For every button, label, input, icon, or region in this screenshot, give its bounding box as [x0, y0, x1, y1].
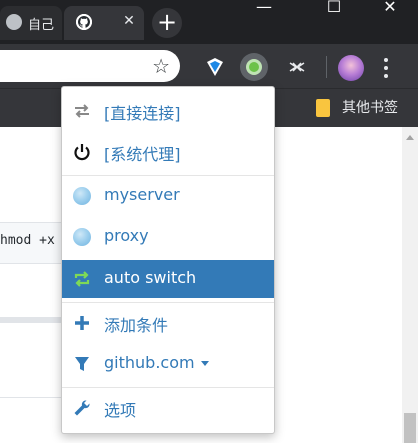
- proxy-switch-icon[interactable]: [240, 53, 268, 81]
- tab-1[interactable]: 自己: [0, 6, 62, 40]
- filter-icon: [72, 354, 92, 374]
- minimize-button[interactable]: —: [242, 0, 286, 18]
- tab-favicon: [6, 14, 22, 30]
- new-tab-button[interactable]: +: [152, 8, 182, 38]
- wrench-icon: [72, 398, 92, 418]
- menu-item-label: [直接连接]: [104, 104, 181, 123]
- plus-icon: [72, 313, 92, 333]
- menu-separator: [62, 387, 274, 388]
- close-tab-icon[interactable]: ✕: [120, 12, 138, 30]
- menu-item-label: 选项: [104, 401, 137, 420]
- menu-separator: [62, 302, 274, 303]
- toolbar-divider: [326, 56, 327, 78]
- menu-item-label: [系统代理]: [104, 145, 181, 164]
- menu-item-options[interactable]: 选项: [62, 389, 274, 427]
- tab-strip: 自己 ✕ + — ☐ ✕: [0, 0, 418, 44]
- address-bar[interactable]: ☆: [0, 50, 180, 82]
- menu-item-myserver[interactable]: myserver: [62, 177, 274, 215]
- power-icon: [72, 142, 92, 162]
- extension-icon[interactable]: [284, 54, 310, 80]
- github-icon: [76, 14, 92, 30]
- maximize-button[interactable]: ☐: [312, 0, 356, 18]
- menu-item-proxy[interactable]: proxy: [62, 218, 274, 256]
- menu-separator: [62, 175, 274, 176]
- swap-arrows-icon: [72, 101, 92, 121]
- scroll-thumb[interactable]: [404, 413, 416, 443]
- divider: [0, 317, 70, 323]
- scrollbar[interactable]: [402, 127, 418, 443]
- folder-icon: [316, 99, 330, 117]
- menu-kebab-icon[interactable]: [376, 54, 396, 82]
- menu-item-add-condition[interactable]: 添加条件: [62, 304, 274, 342]
- globe-icon: [72, 186, 92, 206]
- menu-item-label: github.com: [104, 353, 209, 372]
- menu-item-label: 添加条件: [104, 316, 169, 335]
- menu-item-system[interactable]: [系统代理]: [62, 133, 274, 171]
- scroll-up-icon[interactable]: [406, 135, 414, 140]
- bookmark-star-icon[interactable]: ☆: [152, 54, 170, 78]
- globe-icon: [72, 227, 92, 247]
- profile-avatar[interactable]: [338, 55, 364, 81]
- menu-item-label: auto switch: [104, 268, 197, 287]
- close-window-button[interactable]: ✕: [368, 0, 412, 18]
- proxy-menu: [直接连接] [系统代理] myserver proxy auto switch…: [61, 86, 275, 434]
- tab-2[interactable]: ✕: [64, 6, 144, 40]
- github-domain-text: github.com: [104, 353, 195, 372]
- tab-1-label: 自己: [28, 18, 55, 33]
- divider: [0, 397, 70, 398]
- code-block: hmod +x: [0, 222, 70, 264]
- vpn-shield-icon[interactable]: [202, 54, 228, 80]
- other-bookmarks-label[interactable]: 其他书签: [342, 97, 398, 117]
- menu-item-direct[interactable]: [直接连接]: [62, 92, 274, 130]
- caret-down-icon: [200, 361, 209, 366]
- menu-item-github[interactable]: github.com: [62, 345, 274, 383]
- code-text: hmod +x: [0, 233, 55, 248]
- menu-item-auto-switch[interactable]: auto switch: [62, 260, 274, 298]
- auto-switch-icon: [72, 269, 92, 289]
- menu-item-label: myserver: [104, 185, 180, 204]
- menu-item-label: proxy: [104, 226, 149, 245]
